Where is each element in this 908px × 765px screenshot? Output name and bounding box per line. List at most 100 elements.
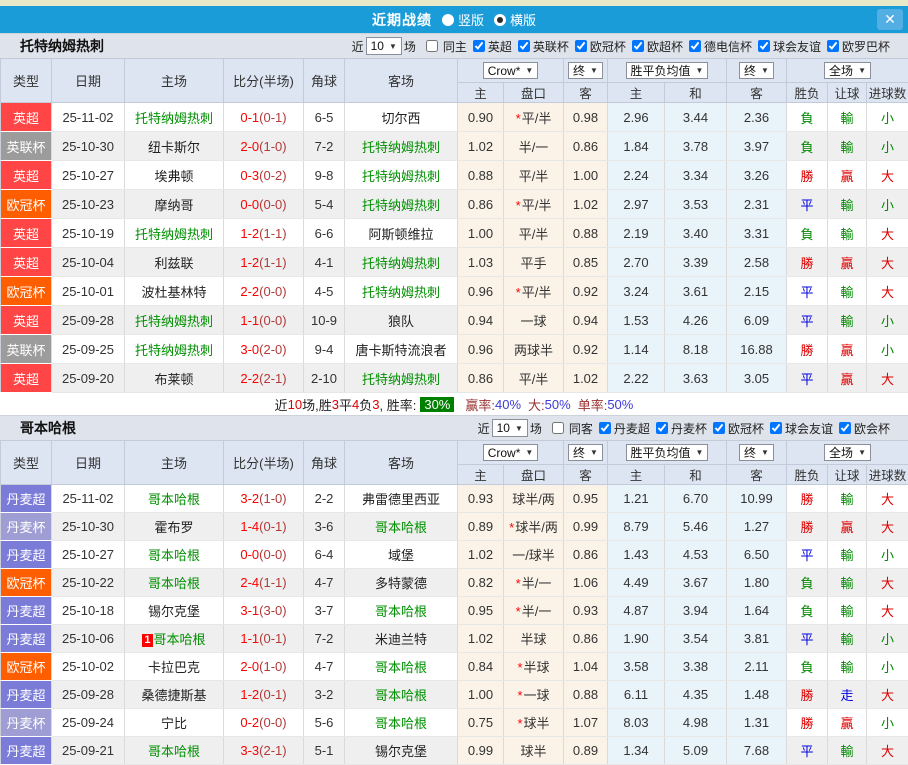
match-date: 25-10-01 [52,277,125,306]
away-team: 托特纳姆热刺 [345,161,458,190]
final-odds-select[interactable]: 终 [568,62,603,79]
column-header: 客场 [345,59,458,103]
result-handicap: 走 [828,681,867,709]
result-goals: 小 [867,541,908,569]
avg-odds-select[interactable]: 胜平负均值 [626,62,709,79]
match-date: 25-10-04 [52,248,125,277]
result-goals: 大 [867,569,908,597]
avg-draw-odds: 3.54 [665,625,727,653]
result-wdl: 負 [787,653,828,681]
avg-home-odds: 2.96 [608,103,665,132]
close-button[interactable]: ✕ [877,9,903,30]
result-wdl: 勝 [787,513,828,541]
home-team: 卡拉巴克 [125,653,224,681]
match-date: 25-11-02 [52,103,125,132]
final-avg-select[interactable]: 终 [739,444,774,461]
result-wdl: 勝 [787,335,828,364]
filter-bar: 近10场同主英超英联杯欧冠杯欧超杯德电信杯球会友谊欧罗巴杯 [350,37,892,55]
summary-part: 50% [607,397,633,412]
away-odds: 0.95 [564,485,608,513]
avg-column-header: 主 [608,465,665,485]
home-team: 托特纳姆热刺 [125,103,224,132]
radio-selected-icon [494,14,506,26]
avg-home-odds: 1.43 [608,541,665,569]
match-date: 25-10-27 [52,541,125,569]
same-venue-checkbox[interactable] [552,422,564,434]
final-odds-select[interactable]: 终 [568,444,603,461]
home-team: 宁比 [125,709,224,737]
games-count-select[interactable]: 10 [492,419,528,437]
away-team: 托特纳姆热刺 [345,277,458,306]
avg-home-odds: 6.11 [608,681,665,709]
league-filter-checkbox[interactable] [758,40,770,52]
match-row: 欧冠杯25-10-02卡拉巴克2-0(1-0)4-7哥本哈根0.84*半球1.0… [1,653,908,681]
avg-draw-odds: 4.35 [665,681,727,709]
home-team: 霍布罗 [125,513,224,541]
result-handicap: 贏 [828,335,867,364]
league-filter-label: 欧会杯 [854,420,890,437]
avg-away-odds: 1.80 [727,569,787,597]
result-handicap: 贏 [828,709,867,737]
avg-home-odds: 8.79 [608,513,665,541]
final-avg-select[interactable]: 终 [739,62,774,79]
result-handicap: 輸 [828,306,867,335]
summary-part: 近 [275,395,288,414]
league-filter-checkbox[interactable] [839,422,851,434]
match-row: 欧冠杯25-10-23摩纳哥0-0(0-0)5-4托特纳姆热刺0.86*平/半1… [1,190,908,219]
away-team: 弗雷德里西亚 [345,485,458,513]
avg-away-odds: 3.26 [727,161,787,190]
league-filter-checkbox[interactable] [827,40,839,52]
away-odds: 1.07 [564,709,608,737]
scope-select[interactable]: 全场 [824,62,871,79]
result-column-header: 胜负 [787,465,828,485]
result-wdl: 負 [787,132,828,161]
league-badge: 丹麦超 [1,541,52,569]
layout-radio-vertical[interactable]: 竖版 [442,10,484,29]
avg-odds-select[interactable]: 胜平负均值 [626,444,709,461]
games-count-select[interactable]: 10 [366,37,402,55]
match-date: 25-09-20 [52,364,125,393]
league-filter-checkbox[interactable] [575,40,587,52]
league-filter-checkbox[interactable] [770,422,782,434]
result-handicap: 輸 [828,190,867,219]
league-filter-checkbox[interactable] [518,40,530,52]
league-filter-checkbox[interactable] [599,422,611,434]
match-score: 1-4(0-1) [224,513,304,541]
league-filter-checkbox[interactable] [632,40,644,52]
same-venue-checkbox[interactable] [426,40,438,52]
avg-draw-odds: 3.78 [665,132,727,161]
odds-source-select[interactable]: Crow* [483,444,539,461]
match-date: 25-11-02 [52,485,125,513]
home-odds: 0.95 [458,597,504,625]
odds-column-header: 盘口 [504,83,564,103]
corner-count: 2-2 [304,485,345,513]
away-odds: 1.02 [564,364,608,393]
avg-home-odds: 1.34 [608,737,665,765]
away-team: 哥本哈根 [345,653,458,681]
result-wdl: 負 [787,103,828,132]
league-filter-checkbox[interactable] [656,422,668,434]
avg-away-odds: 2.58 [727,248,787,277]
home-team: 纽卡斯尔 [125,132,224,161]
away-odds: 0.86 [564,132,608,161]
league-badge: 丹麦超 [1,681,52,709]
league-filter-checkbox[interactable] [713,422,725,434]
match-row: 英超25-11-02托特纳姆热刺0-1(0-1)6-5切尔西0.90*平/半0.… [1,103,908,132]
layout-radio-horizontal[interactable]: 横版 [494,10,536,29]
league-filter-checkbox[interactable] [689,40,701,52]
result-handicap: 贏 [828,364,867,393]
away-odds: 0.92 [564,335,608,364]
home-team: 布莱顿 [125,364,224,393]
league-filter-checkbox[interactable] [473,40,485,52]
avg-away-odds: 1.64 [727,597,787,625]
header-cell: 胜平负均值 [608,59,727,83]
odds-source-select[interactable]: Crow* [483,62,539,79]
home-odds: 0.90 [458,103,504,132]
match-score: 2-4(1-1) [224,569,304,597]
home-odds: 0.99 [458,737,504,765]
avg-home-odds: 8.03 [608,709,665,737]
titlebar: 近期战绩 竖版 横版 ✕ [0,6,908,33]
away-odds: 0.93 [564,597,608,625]
scope-select[interactable]: 全场 [824,444,871,461]
result-column-header: 进球数 [867,465,908,485]
